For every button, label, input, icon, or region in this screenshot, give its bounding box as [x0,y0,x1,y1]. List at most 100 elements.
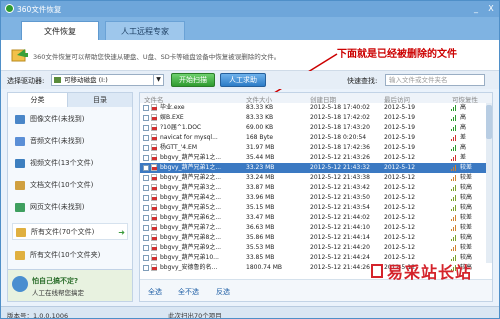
help-button[interactable]: 人工求助 [220,73,266,87]
invert-selection-link[interactable]: 反选 [216,287,230,297]
row-checkbox[interactable] [143,265,149,271]
row-checkbox[interactable] [143,205,149,211]
cell-recoverability: 较高 [460,204,473,211]
cell-name: bbgvy_葫芦兄弟2之... [160,174,222,181]
cell-size: 33.85 MB [246,254,275,261]
deleted-file-icon [151,164,157,171]
table-row[interactable]: bbgvy_葫芦兄弟7之... 36.63 MB 2012-5-12 21:44:1… [140,223,492,233]
main-tabs: 文件恢复 人工远程专家 [1,17,499,40]
signal-bars-icon [451,165,457,171]
table-row[interactable]: 毕业.exe 83.33 KB 2012-5-18 17:40:02 2012-5-1… [140,103,492,113]
scan-button[interactable]: 开始扫描 [171,73,215,87]
row-checkbox[interactable] [143,125,149,131]
table-row[interactable]: bbgvy_葫芦兄弟9之... 35.53 MB 2012-5-12 21:44:2… [140,243,492,253]
help-subtitle: 人工在线帮您搞定 [32,289,84,297]
table-row[interactable]: bbgvy_葫芦兄弟6之... 33.47 MB 2012-5-12 21:44:0… [140,213,492,223]
cell-name: 毕业.exe [160,104,185,111]
signal-bars-icon [451,185,457,191]
table-row[interactable]: ?10届^1.DOC 69.00 KB 2012-5-18 17:43:20 2012… [140,123,492,133]
table-row[interactable]: 杨GTT_'4.EM 31.97 MB 2012-5-18 17:42:36 2012… [140,143,492,153]
cell-accessed: 2012-5-12 [384,194,416,201]
table-row[interactable]: bbgvy_葫芦兄弟1之... 33.23 MB 2012-5-12 21:43:3… [140,163,492,173]
sidebar-item-web[interactable]: 网页文件(未找到) [12,199,128,216]
quick-search-label: 快速查找: [347,77,378,85]
sidebar-item-documents[interactable]: 文档文件(10个文件) [12,177,128,194]
sidebar-item-images[interactable]: 图像文件(未找到) [12,111,128,128]
row-checkbox[interactable] [143,225,149,231]
cell-size: 168 Byte [246,134,274,141]
row-checkbox[interactable] [143,145,149,151]
table-row[interactable]: bbgvy_葫芦兄弟2之... 33.24 MB 2012-5-12 21:43:3… [140,173,492,183]
row-checkbox[interactable] [143,195,149,201]
cell-name: bbgvy_葫芦兄弟1之... [160,164,222,171]
music-icon [15,137,25,146]
row-checkbox[interactable] [143,175,149,181]
sidebar-item-all-folders[interactable]: 所有文件(10个文件夹) [12,247,128,264]
cell-name: bbgvy_葫芦兄弟4之... [160,194,222,201]
deleted-file-icon [151,264,157,271]
row-checkbox[interactable] [143,255,149,261]
deleted-file-icon [151,194,157,201]
help-box[interactable]: 怕自己搞不定? 人工在线帮您搞定 [8,269,132,301]
cell-created: 2012-5-18 17:42:02 [310,114,370,121]
table-row[interactable]: bbgvy_葫芦兄弟1之... 35.44 MB 2012-5-12 21:43:2… [140,153,492,163]
table-row[interactable]: bbgvy_葫芦兄弟5之... 35.15 MB 2012-5-12 21:43:5… [140,203,492,213]
cell-name: bbgvy_葫芦兄弟8之... [160,234,222,241]
tab-directory[interactable]: 目录 [68,93,132,107]
search-input[interactable] [385,74,485,86]
cell-size: 33.23 MB [246,164,275,171]
row-checkbox[interactable] [143,235,149,241]
cell-name: bbgvy_葫芦兄弟10... [160,254,219,261]
cell-size: 83.33 KB [246,114,274,121]
scrollbar-thumb[interactable] [486,105,492,139]
tab-file-recovery[interactable]: 文件恢复 [21,21,99,40]
drive-select[interactable]: 可移动磁盘 (I:) ▼ [51,74,164,86]
help-title: 怕自己搞不定? [32,277,79,285]
chevron-down-icon[interactable]: ▼ [153,75,163,85]
cell-size: 31.97 MB [246,144,275,151]
folder-icon [16,228,26,237]
table-row[interactable]: bbgvy_葫芦兄弟8之... 35.86 MB 2012-5-12 21:44:1… [140,233,492,243]
sidebar-item-audio[interactable]: 音频文件(未找到) [12,133,128,150]
cell-created: 2012-5-12 21:44:24 [310,254,370,261]
row-checkbox[interactable] [143,245,149,251]
table-row[interactable]: navicat for mysql... 168 Byte 2012-5-18 0:… [140,133,492,143]
cell-size: 1800.74 MB [246,264,283,271]
deselect-all-link[interactable]: 全不选 [178,287,199,297]
scrollbar[interactable] [486,103,492,263]
cell-name: bbgvy_葫芦兄弟6之... [160,214,222,221]
minimize-button[interactable]: _ [469,3,483,14]
row-checkbox[interactable] [143,155,149,161]
sidebar-item-video[interactable]: 视频文件(13个文件) [12,155,128,172]
table-row[interactable]: bbgvy_葫芦兄弟4之... 33.96 MB 2012-5-12 21:43:5… [140,193,492,203]
row-checkbox[interactable] [143,185,149,191]
sidebar-item-label: 网页文件(未找到) [30,203,85,211]
sidebar-item-all-files[interactable]: 所有文件(70个文件) ➜ [12,223,128,240]
cell-size: 35.44 MB [246,154,275,161]
cell-created: 2012-5-12 21:43:32 [310,164,370,171]
cell-recoverability: 差 [460,134,467,141]
deleted-file-icon [151,254,157,261]
table-row[interactable]: bbgvy_葫芦兄弟3之... 33.87 MB 2012-5-12 21:43:4… [140,183,492,193]
info-banner: 360文件恢复可以帮助您快速从硬盘、U盘、SD卡等磁盘设备中恢复被误删除的文件。… [1,40,499,120]
sidebar-item-label: 所有文件(10个文件夹) [30,251,101,259]
tab-remote-expert[interactable]: 人工远程专家 [105,21,185,40]
status-bar: 版本号：1.0.0.1006 此次扫出70个项目 [1,306,499,318]
select-all-link[interactable]: 全选 [148,287,162,297]
cell-created: 2012-5-12 21:44:14 [310,234,370,241]
signal-bars-icon [451,115,457,121]
cell-name: bbgvy_葫芦兄弟3之... [160,184,222,191]
row-checkbox[interactable] [143,215,149,221]
row-checkbox[interactable] [143,105,149,111]
sidebar-item-label: 图像文件(未找到) [30,115,85,123]
cell-accessed: 2012-5-12 [384,174,416,181]
table-row[interactable]: 娱B.EXE 83.33 KB 2012-5-18 17:42:02 2012-5-1… [140,113,492,123]
row-checkbox[interactable] [143,165,149,171]
cell-name: bbgvy_葫芦兄弟5之... [160,204,222,211]
row-checkbox[interactable] [143,115,149,121]
cell-created: 2012-5-12 21:43:54 [310,204,370,211]
tab-category[interactable]: 分类 [8,93,68,107]
cell-created: 2012-5-18 0:20:54 [310,134,367,141]
row-checkbox[interactable] [143,135,149,141]
close-button[interactable]: X [484,3,498,14]
